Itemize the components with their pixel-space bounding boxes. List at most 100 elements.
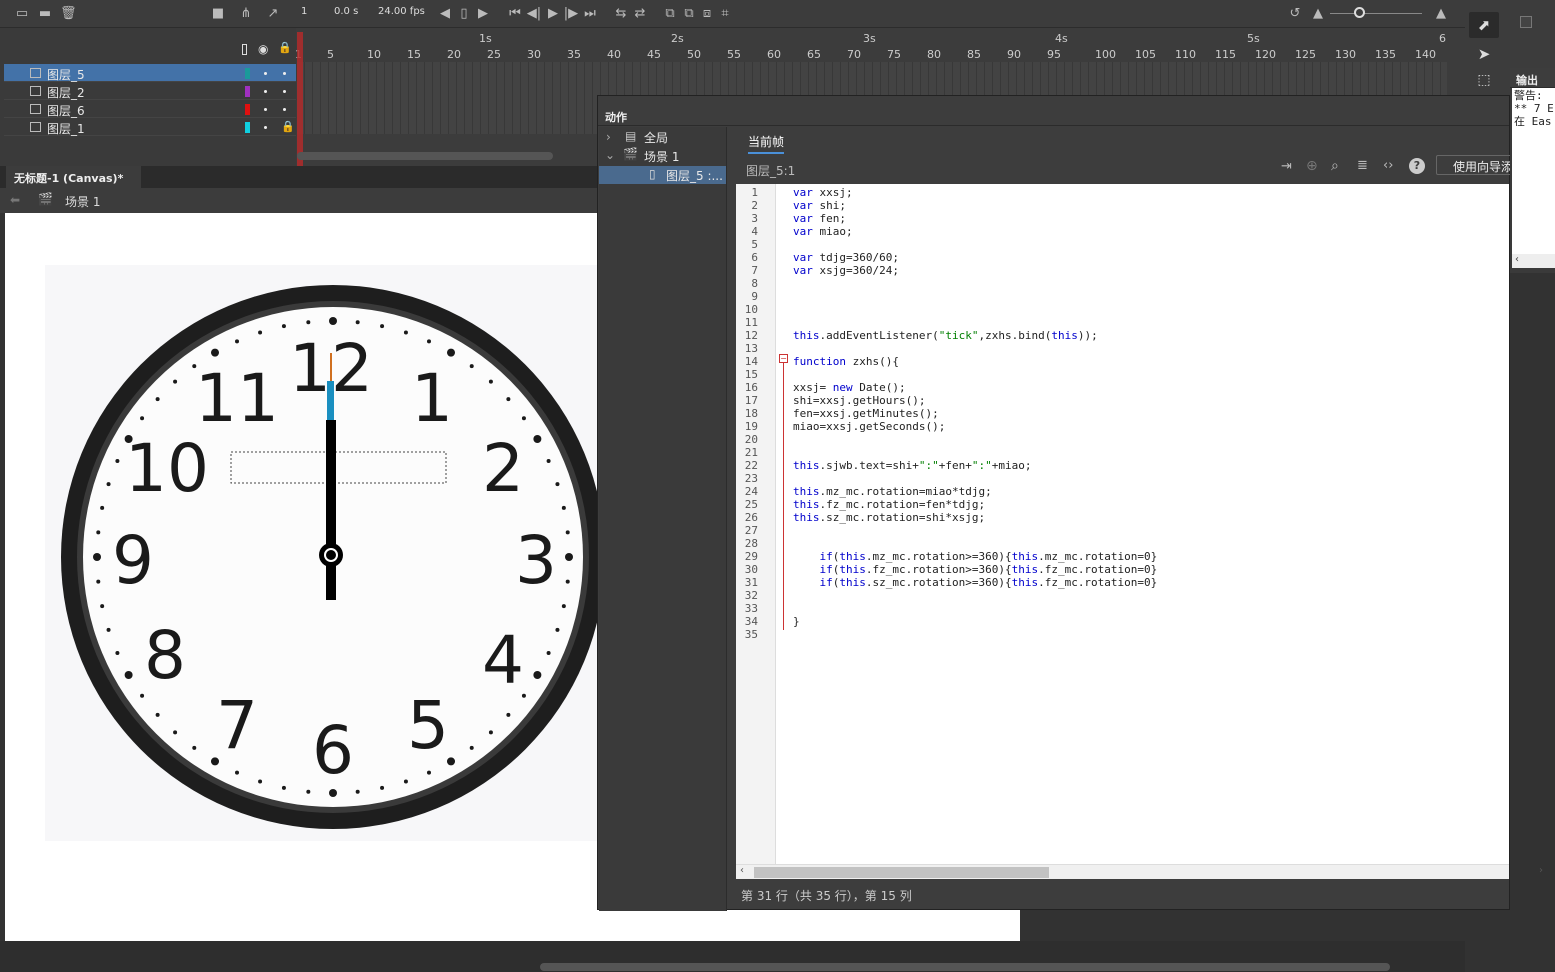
layer-name[interactable]: 图层_1 xyxy=(47,120,85,137)
zoom-out-icon[interactable]: ▲ xyxy=(1310,6,1326,22)
layer-color-swatch[interactable] xyxy=(245,104,250,115)
center-icon[interactable]: ⇄ xyxy=(632,6,648,22)
lock-icon[interactable]: 🔒 xyxy=(281,120,295,133)
code-line[interactable]: var fen; xyxy=(793,212,846,225)
code-hscrollbar-thumb[interactable] xyxy=(754,867,1049,878)
transform-tool-icon[interactable]: ⬚ xyxy=(1469,68,1499,92)
code-line[interactable]: this.mz_mc.rotation=miao*tdjg; xyxy=(793,485,992,498)
keyframe-icon[interactable]: ▯ xyxy=(456,6,472,22)
subselection-tool-icon[interactable]: ➤ xyxy=(1469,42,1499,66)
document-tab[interactable]: 无标题-1 (Canvas)* ✕ xyxy=(6,166,141,199)
edit-multiple-icon[interactable]: ⧈ xyxy=(699,6,715,22)
outline-header-icon[interactable] xyxy=(242,44,247,55)
code-line[interactable]: var tdjg=360/60; xyxy=(793,251,899,264)
layer-color-swatch[interactable] xyxy=(245,86,250,97)
actions-title[interactable]: 动作 xyxy=(605,109,627,125)
code-line[interactable]: var miao; xyxy=(793,225,853,238)
code-editor[interactable]: 1 2 3 4 5 6 7 8 9 10 11 12 13 14 15 16 17 18 19 20 21 22 23 24 2… xyxy=(736,184,1543,879)
code-line[interactable]: var xxsj; xyxy=(793,186,853,199)
help-icon[interactable]: ? xyxy=(1409,158,1425,174)
output-text[interactable]: 警告: ** 7 E 在 Eas xyxy=(1512,88,1555,254)
fps-display[interactable]: 24.00 fps xyxy=(378,6,425,17)
new-layer-icon[interactable]: ▭ xyxy=(14,6,30,22)
layer-name[interactable]: 图层_5 xyxy=(47,66,85,83)
zoom-in-icon[interactable]: ▲ xyxy=(1433,6,1449,22)
code-line[interactable]: xxsj= new Date(); xyxy=(793,381,906,394)
lock-dot[interactable] xyxy=(283,90,286,93)
play-icon[interactable]: ▶ xyxy=(545,6,561,22)
code-snippets-icon[interactable]: ‹› xyxy=(1383,158,1393,173)
zoom-slider[interactable] xyxy=(1330,13,1422,14)
onion-skin-icon[interactable]: ⧉ xyxy=(662,6,678,22)
output-title[interactable]: 输出 xyxy=(1516,72,1538,88)
layer-color-swatch[interactable] xyxy=(245,122,250,133)
scrollbar-thumb[interactable] xyxy=(540,963,1390,971)
code-line[interactable]: } xyxy=(793,615,800,628)
scroll-left-icon[interactable]: ‹ xyxy=(740,865,744,876)
code-line[interactable]: var shi; xyxy=(793,199,846,212)
horizontal-scrollbar[interactable] xyxy=(0,941,1465,972)
layer-row[interactable]: 图层_5 xyxy=(4,64,296,82)
code-line[interactable]: shi=xxsj.getHours(); xyxy=(793,394,925,407)
layer-name[interactable]: 图层_6 xyxy=(47,102,85,119)
checkbox[interactable] xyxy=(1520,16,1532,28)
code-line[interactable]: if(this.fz_mc.rotation>=360){this.fz_mc.… xyxy=(793,563,1158,576)
lock-dot[interactable] xyxy=(283,72,286,75)
code-line[interactable]: function zxhs(){ xyxy=(793,355,899,368)
camera-icon[interactable]: ■ xyxy=(210,6,226,22)
lock-icon[interactable]: 🔒 xyxy=(278,41,292,54)
loop-icon[interactable]: ⇆ xyxy=(613,6,629,22)
prev-keyframe-icon[interactable]: ◀ xyxy=(437,6,453,22)
pin-icon[interactable]: ⇥ xyxy=(1281,159,1292,174)
lock-dot[interactable] xyxy=(283,108,286,111)
visibility-dot[interactable] xyxy=(264,108,267,111)
step-back-icon[interactable]: ◀| xyxy=(526,6,542,22)
graph-icon[interactable]: ↗ xyxy=(265,6,281,22)
visibility-dot[interactable] xyxy=(264,126,267,129)
new-folder-icon[interactable]: ▬ xyxy=(37,6,53,22)
first-frame-icon[interactable]: ⏮ xyxy=(507,6,523,22)
clock-graphic[interactable]: 12 1 2 3 4 5 6 7 8 9 10 11 xyxy=(5,213,605,941)
playhead[interactable] xyxy=(297,32,303,166)
code-line[interactable]: this.fz_mc.rotation=fen*tdjg; xyxy=(793,498,985,511)
layer-color-swatch[interactable] xyxy=(245,68,250,79)
target-icon[interactable]: ⊕ xyxy=(1306,158,1318,174)
onion-outline-icon[interactable]: ⧉ xyxy=(681,6,697,22)
hour-hand[interactable] xyxy=(326,420,336,600)
frame-number[interactable]: 1 xyxy=(301,6,307,17)
tree-item-scene[interactable]: 场景 1 xyxy=(644,148,679,165)
code-line[interactable]: miao=xxsj.getSeconds(); xyxy=(793,420,945,433)
chevron-down-icon[interactable]: ⌄ xyxy=(605,148,615,162)
tree-item-frame[interactable]: ▯ 图层_5 :... xyxy=(599,166,726,184)
timeline-scrollbar[interactable] xyxy=(297,152,553,160)
parent-icon[interactable]: ⋔ xyxy=(238,6,254,22)
onion-range-icon[interactable]: ⌗ xyxy=(717,6,733,22)
tab-current-frame[interactable]: 当前帧 xyxy=(748,133,785,154)
code-line[interactable]: this.sjwb.text=shi+":"+fen+":"+miao; xyxy=(793,459,1031,472)
scroll-left-icon[interactable]: ‹ xyxy=(1515,254,1519,265)
layer-row[interactable]: 图层_1 🔒 xyxy=(4,118,296,136)
scroll-right-icon[interactable]: › xyxy=(1539,865,1543,876)
code-line[interactable]: var xsjg=360/24; xyxy=(793,264,899,277)
next-keyframe-icon[interactable]: ▶ xyxy=(475,6,491,22)
layer-row[interactable]: 图层_2 xyxy=(4,82,296,100)
layer-row[interactable]: 图层_6 xyxy=(4,100,296,118)
step-forward-icon[interactable]: |▶ xyxy=(563,6,579,22)
code-lines[interactable]: var xxsj; var shi; var fen; var miao; var td… xyxy=(736,184,1509,864)
time-display[interactable]: 0.0 s xyxy=(334,6,358,17)
frame-ruler[interactable]: 1s 2s 3s 4s 5s 6 1 5 10 15 20 25 30 35 4… xyxy=(295,28,1465,62)
output-hscrollbar[interactable]: ‹ xyxy=(1512,254,1555,268)
code-line[interactable]: this.sz_mc.rotation=shi*xsjg; xyxy=(793,511,985,524)
eye-icon[interactable]: ◉ xyxy=(258,42,268,56)
undo-icon[interactable]: ↺ xyxy=(1287,6,1303,22)
minute-hand-tip[interactable] xyxy=(327,381,334,421)
tree-item-global[interactable]: 全局 xyxy=(644,129,668,146)
code-line[interactable]: fen=xxsj.getMinutes(); xyxy=(793,407,939,420)
chevron-right-icon[interactable]: › xyxy=(606,130,611,144)
search-icon[interactable]: ⌕ xyxy=(1331,158,1339,174)
format-icon[interactable]: ≣ xyxy=(1357,158,1368,173)
delete-icon[interactable]: 🗑 xyxy=(60,6,77,22)
zoom-slider-thumb[interactable] xyxy=(1354,7,1365,18)
layer-name[interactable]: 图层_2 xyxy=(47,84,85,101)
code-line[interactable]: this.addEventListener("tick",zxhs.bind(t… xyxy=(793,329,1098,342)
